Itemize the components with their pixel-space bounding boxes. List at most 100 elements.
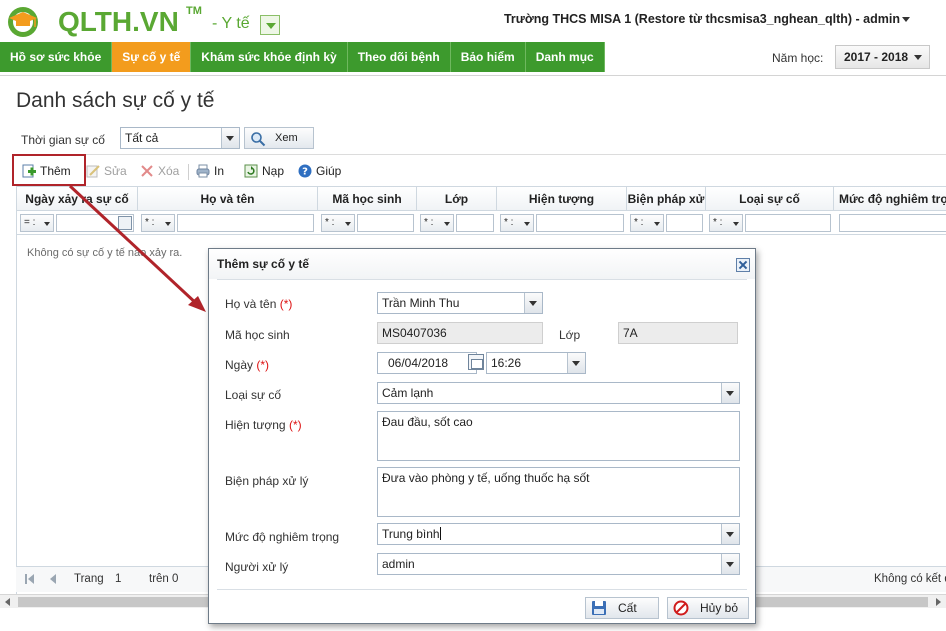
empty-grid-message: Không có sự cố y tế nào xảy ra.	[27, 247, 183, 259]
incident-time-select[interactable]: Tất cả	[120, 127, 240, 149]
incident-type-filter-input[interactable]	[745, 214, 831, 232]
print-button-label: In	[214, 164, 225, 178]
tab-bao-hiem[interactable]: Bảo hiểm	[450, 42, 526, 72]
cancel-icon	[673, 600, 689, 616]
student-name-select[interactable]: Trần Minh Thu	[377, 292, 543, 314]
dialog-title: Thêm sự cố y tế	[209, 249, 755, 279]
add-incident-dialog: Thêm sự cố y tế Họ và tên (*) Trần Minh …	[208, 248, 756, 624]
calendar-icon[interactable]	[118, 216, 132, 230]
date-value: 06/04/2018	[388, 356, 449, 370]
cancel-button-label: Hủy bỏ	[700, 601, 739, 615]
name-label: Họ và tên (*)	[225, 297, 293, 311]
edit-button-label: Sửa	[104, 164, 127, 178]
filter-operator-select[interactable]: * :	[709, 214, 743, 232]
chevron-down-icon	[721, 524, 739, 544]
class-filter-input[interactable]	[456, 214, 494, 232]
incident-type-label: Loại sự cố	[225, 388, 282, 402]
chevron-down-icon	[221, 128, 239, 148]
save-button-label: Cất	[618, 601, 637, 615]
school-user-menu[interactable]: Trường THCS MISA 1 (Restore từ thcsmisa3…	[504, 12, 910, 26]
page-number-input[interactable]: 1	[115, 573, 121, 585]
severity-select[interactable]: Trung bình	[377, 523, 740, 545]
page-label: Trang	[74, 573, 104, 585]
column-header[interactable]: Mức độ nghiêm trọ	[834, 187, 946, 211]
tab-ho-so-suc-khoe[interactable]: Hồ sơ sức khỏe	[0, 42, 113, 72]
dialog-footer: Cất Hủy bỏ	[217, 589, 749, 621]
date-input[interactable]: 06/04/2018	[377, 352, 477, 374]
help-icon: ?	[298, 164, 312, 178]
previous-page-icon[interactable]	[46, 573, 58, 585]
print-icon	[196, 164, 210, 178]
incident-time-value: Tất cả	[125, 131, 159, 145]
scroll-right-icon[interactable]	[936, 598, 941, 606]
no-result-label: Không có kết q	[874, 573, 946, 585]
tab-kham-suc-khoe-dinh-ky[interactable]: Khám sức khỏe định kỳ	[191, 42, 348, 72]
chevron-down-icon	[567, 353, 585, 373]
column-header[interactable]: Lớp	[417, 187, 497, 211]
print-button[interactable]: In	[196, 163, 224, 179]
delete-button[interactable]: Xóa	[140, 163, 179, 179]
load-button-label: Nạp	[262, 164, 285, 178]
tab-theo-doi-benh[interactable]: Theo dõi bệnh	[347, 42, 451, 72]
treatment-label: Biện pháp xử lý	[225, 474, 309, 488]
close-icon[interactable]	[736, 258, 750, 272]
tab-su-co-y-te[interactable]: Sự cố y tế	[112, 42, 192, 72]
student-code-filter-input[interactable]	[357, 214, 414, 232]
symptom-label: Hiện tượng (*)	[225, 418, 302, 432]
handler-select[interactable]: admin	[377, 553, 740, 575]
student-code-field: MS0407036	[377, 322, 543, 344]
load-button[interactable]: Nạp	[244, 163, 284, 179]
column-header[interactable]: Hiện tượng	[497, 187, 627, 211]
filter-operator-select[interactable]: = :	[20, 214, 54, 232]
grid-header: Ngày xảy ra sự cố Họ và tên Mã học sinh …	[17, 187, 946, 211]
text-cursor	[439, 527, 441, 540]
chevron-down-icon	[524, 293, 542, 313]
tab-danh-muc[interactable]: Danh mục	[525, 42, 605, 72]
school-user-label: Trường THCS MISA 1 (Restore từ thcsmisa3…	[503, 12, 900, 26]
filter-operator-select[interactable]: * :	[500, 214, 534, 232]
graduation-cap-logo-icon	[8, 7, 38, 37]
class-field: 7A	[618, 322, 738, 344]
filter-operator-select[interactable]: * :	[321, 214, 355, 232]
treatment-filter-input[interactable]	[666, 214, 703, 232]
column-header[interactable]: Biện pháp xử	[627, 187, 706, 211]
first-page-icon[interactable]	[24, 573, 36, 585]
column-header[interactable]: Họ và tên	[138, 187, 318, 211]
severity-filter-input[interactable]	[839, 214, 946, 232]
cancel-button[interactable]: Hủy bỏ	[667, 597, 749, 619]
help-button-label: Giúp	[316, 164, 342, 178]
edit-button[interactable]: Sửa	[86, 163, 127, 179]
calendar-icon[interactable]	[468, 354, 484, 370]
brand-trademark: TM	[186, 5, 202, 17]
symptom-textarea[interactable]: Đau đầu, sốt cao	[377, 411, 740, 461]
severity-value: Trung bình	[382, 527, 440, 541]
search-icon	[251, 132, 266, 147]
column-header[interactable]: Loại sự cố	[706, 187, 834, 211]
grid-filter-row: = : * : * : * : * : * : * :	[17, 211, 946, 235]
student-code-label: Mã học sinh	[225, 328, 290, 342]
time-select[interactable]: 16:26	[486, 352, 586, 374]
column-header[interactable]: Ngày xảy ra sự cố	[17, 187, 138, 211]
date-filter-input[interactable]	[56, 214, 134, 232]
symptom-filter-input[interactable]	[536, 214, 624, 232]
handler-label: Người xử lý	[225, 560, 289, 574]
help-button[interactable]: ? Giúp	[298, 163, 341, 179]
page-total-label: trên 0	[149, 573, 179, 585]
date-label: Ngày (*)	[225, 358, 270, 372]
filter-operator-select[interactable]: * :	[630, 214, 664, 232]
view-button[interactable]: Xem	[244, 127, 314, 149]
save-icon	[592, 601, 606, 615]
school-year-select[interactable]: 2017 - 2018	[835, 45, 930, 69]
name-filter-input[interactable]	[177, 214, 314, 232]
treatment-textarea[interactable]: Đưa vào phòng y tế, uống thuốc hạ sốt	[377, 467, 740, 517]
incident-type-value: Cảm lạnh	[382, 386, 434, 400]
filter-operator-select[interactable]: * :	[420, 214, 454, 232]
toolbar-divider	[188, 164, 189, 180]
save-button[interactable]: Cất	[585, 597, 659, 619]
filter-operator-select[interactable]: * :	[141, 214, 175, 232]
scroll-left-icon[interactable]	[5, 598, 10, 606]
module-name: - Y tế	[212, 15, 250, 32]
module-dropdown-button[interactable]	[260, 15, 280, 35]
incident-type-select[interactable]: Cảm lạnh	[377, 382, 740, 404]
column-header[interactable]: Mã học sinh	[318, 187, 417, 211]
